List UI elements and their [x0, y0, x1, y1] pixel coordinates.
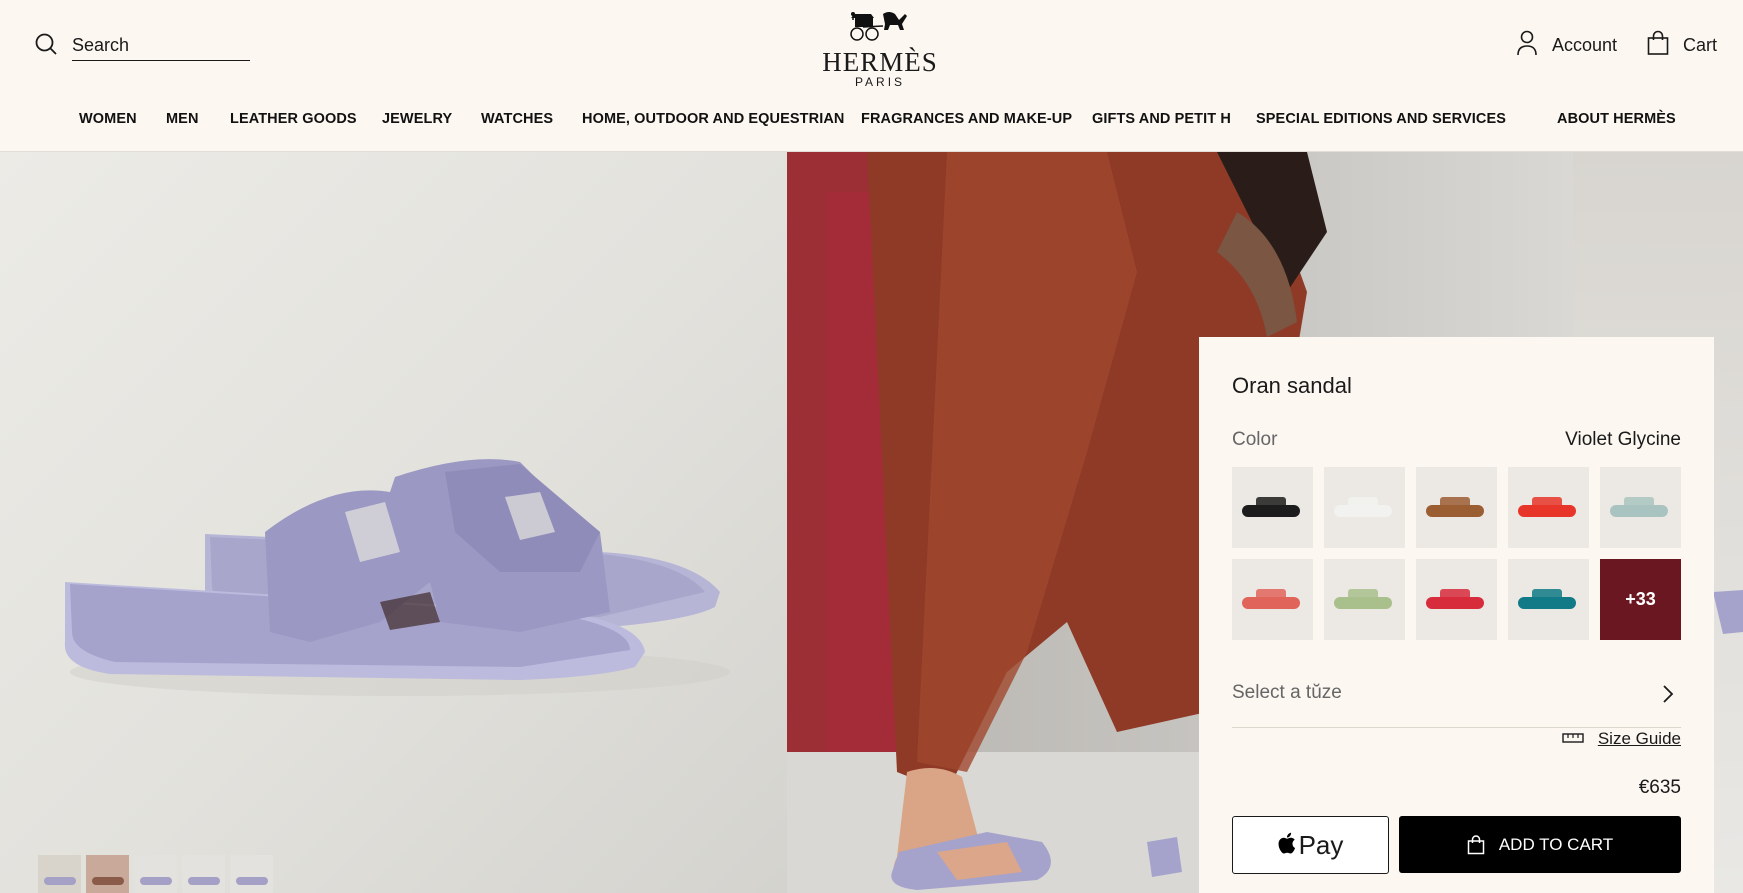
sandal-strap-swatch-preview — [1348, 497, 1378, 509]
color-swatch[interactable]: +33 — [1600, 559, 1681, 640]
thumbnail[interactable] — [38, 855, 81, 893]
apple-pay-button[interactable]: Pay — [1232, 816, 1389, 874]
product-image-sandals[interactable] — [0, 152, 787, 893]
thumbnail[interactable] — [182, 855, 225, 893]
sandal-illustration — [64, 459, 730, 696]
color-swatch[interactable] — [1416, 467, 1497, 548]
site-header: HERMÈS PARIS Account Cart WOMEN MEN LEAT… — [0, 0, 1743, 152]
thumbnail-strip — [38, 855, 273, 893]
size-guide-label: Size Guide — [1597, 729, 1681, 748]
product-title: Oran sandal — [1232, 373, 1352, 398]
color-swatch[interactable] — [1324, 559, 1405, 640]
thumbnail-model-preview — [92, 877, 124, 885]
cart-label: Cart — [1683, 35, 1718, 55]
brand-city: PARIS — [854, 75, 906, 89]
sandal-strap-swatch-preview — [1532, 497, 1562, 509]
color-value: Violet Glycine — [1565, 429, 1681, 450]
color-swatch[interactable] — [1232, 559, 1313, 640]
carriage-logo-icon — [850, 12, 907, 41]
nav-item-men[interactable]: MEN — [166, 111, 199, 127]
nav-item-home-outdoor-equestrian[interactable]: HOME, OUTDOOR AND EQUESTRIAN — [582, 111, 844, 127]
apple-pay-label: Pay — [1298, 829, 1344, 860]
search-icon[interactable] — [34, 32, 58, 61]
hermes-logo[interactable]: HERMÈS PARIS — [820, 8, 940, 89]
sandal-strap-swatch-preview — [1256, 497, 1286, 509]
thumbnail[interactable] — [230, 855, 273, 893]
thumbnail[interactable] — [134, 855, 177, 893]
nav-item-about-hermes[interactable]: ABOUT HERMÈS — [1557, 111, 1676, 127]
size-select-label: Select a tŭze — [1232, 682, 1342, 703]
search-input[interactable] — [72, 32, 250, 61]
nav-item-fragrances-makeup[interactable]: FRAGRANCES AND MAKE-UP — [861, 111, 1072, 127]
brand-name: HERMÈS — [822, 47, 938, 77]
more-colors-count: +33 — [1625, 589, 1656, 609]
cart-link[interactable]: Cart — [1647, 30, 1717, 61]
thumbnail-sandal-preview — [236, 877, 268, 885]
nav-item-leather-goods[interactable]: LEATHER GOODS — [230, 111, 357, 127]
size-guide-link[interactable]: Size Guide — [1562, 729, 1681, 749]
nav-item-special-editions[interactable]: SPECIAL EDITIONS AND SERVICES — [1256, 111, 1506, 127]
sandal-strap-swatch-preview — [1440, 497, 1470, 509]
color-label: Color — [1232, 429, 1278, 450]
thumbnail[interactable] — [86, 855, 129, 893]
thumbnail-sandal-preview — [44, 877, 76, 885]
color-swatch[interactable] — [1600, 467, 1681, 548]
sandal-strap-swatch-preview — [1440, 589, 1470, 601]
shopping-bag-icon — [1647, 30, 1669, 61]
add-to-cart-label: ADD TO CART — [1498, 834, 1614, 854]
nav-item-jewelry[interactable]: JEWELRY — [382, 111, 452, 127]
sandal-strap-swatch-preview — [1532, 589, 1562, 601]
apple-icon — [1278, 830, 1296, 861]
account-label: Account — [1552, 35, 1618, 55]
color-swatch[interactable] — [1232, 467, 1313, 548]
user-icon — [1516, 30, 1538, 61]
sandal-strap-swatch-preview — [1256, 589, 1286, 601]
main-nav: WOMEN MEN LEATHER GOODS JEWELRY WATCHES … — [0, 111, 1743, 131]
product-panel: Oran sandal Color Violet Glycine +33 Sel… — [1199, 337, 1714, 893]
product-price: €635 — [1638, 777, 1681, 798]
search-bar — [34, 32, 250, 61]
add-to-cart-button[interactable]: ADD TO CART — [1399, 816, 1681, 873]
thumbnail-sandal-preview — [188, 877, 220, 885]
size-select[interactable]: Select a tŭze — [1232, 679, 1681, 728]
chevron-right-icon — [1661, 683, 1675, 710]
nav-item-gifts-petit-h[interactable]: GIFTS AND PETIT H — [1092, 111, 1231, 127]
account-link[interactable]: Account — [1516, 30, 1617, 61]
nav-item-watches[interactable]: WATCHES — [481, 111, 553, 127]
nav-item-women[interactable]: WOMEN — [79, 111, 137, 127]
color-swatch[interactable] — [1508, 467, 1589, 548]
thumbnail-sandal-preview — [140, 877, 172, 885]
color-swatch[interactable] — [1416, 559, 1497, 640]
ruler-icon — [1562, 729, 1584, 749]
color-swatch[interactable] — [1324, 467, 1405, 548]
color-swatch[interactable] — [1508, 559, 1589, 640]
sandal-strap-swatch-preview — [1624, 497, 1654, 509]
sandal-strap-swatch-preview — [1348, 589, 1378, 601]
shopping-bag-icon — [1467, 834, 1485, 855]
color-swatches: +33 — [1232, 467, 1681, 640]
